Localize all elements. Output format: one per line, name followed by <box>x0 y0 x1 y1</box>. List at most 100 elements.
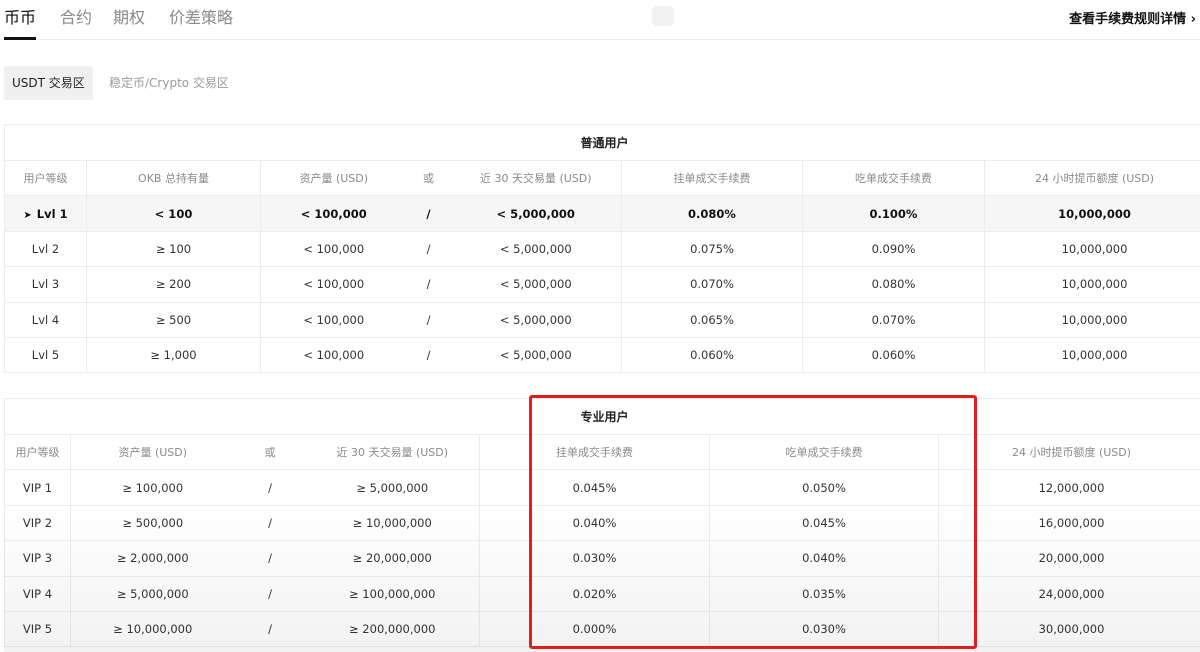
tab-spread-strategy[interactable]: 价差策略 <box>169 4 233 28</box>
user-level-cell: VIP 1 <box>4 469 71 506</box>
header-or: 或 <box>406 159 451 197</box>
assets-cell: < 100,000 <box>260 195 407 232</box>
taker-fee-cell: 0.070% <box>802 301 985 338</box>
pro-table-title: 专业用户 <box>3 398 1200 435</box>
user-level-cell: VIP 5 <box>4 610 71 648</box>
or-cell: / <box>234 575 306 612</box>
volume-cell: ≥ 10,000,000 <box>305 504 480 542</box>
volume-cell: ≥ 200,000,000 <box>305 610 480 648</box>
volume-cell: < 5,000,000 <box>450 301 622 338</box>
normal-user-fee-table: 普通用户 用户等级 OKB 总持有量 资产量 (USD) 或 近 30 天交易量… <box>3 124 1200 374</box>
taker-fee-cell: 0.045% <box>709 504 939 542</box>
product-tabs: 币币 合约 期权 价差策略 查看手续费规则详情 › <box>0 0 1200 40</box>
okb-cell: ≥ 1,000 <box>86 336 261 374</box>
maker-fee-cell: 0.070% <box>621 266 803 303</box>
volume-cell: ≥ 5,000,000 <box>305 469 480 506</box>
table-row: VIP 5 ≥ 10,000,000 / ≥ 200,000,000 0.000… <box>4 610 1200 648</box>
or-cell: / <box>234 469 306 506</box>
table-row: VIP 2 ≥ 500,000 / ≥ 10,000,000 0.040% 0.… <box>4 504 1200 542</box>
withdrawal-cell: 16,000,000 <box>937 504 1200 542</box>
okb-cell: < 100 <box>86 195 261 232</box>
header-maker-fee: 挂单成交手续费 <box>621 159 803 197</box>
tab-options[interactable]: 期权 <box>113 4 145 28</box>
maker-fee-cell: 0.075% <box>621 230 803 268</box>
taker-fee-cell: 0.050% <box>709 469 939 506</box>
user-level-cell: Lvl 5 <box>4 336 87 374</box>
assets-cell: < 100,000 <box>260 301 407 338</box>
taker-fee-cell: 0.090% <box>802 230 985 268</box>
user-level-cell: VIP 4 <box>4 575 71 612</box>
user-level-cell: ➤ Lvl 1 <box>4 195 87 232</box>
table-row: Lvl 2 ≥ 100 < 100,000 / < 5,000,000 0.07… <box>4 230 1200 268</box>
placeholder-icon <box>652 6 674 26</box>
header-withdrawal-limit: 24 小时提币额度 (USD) <box>983 159 1200 197</box>
assets-cell: ≥ 2,000,000 <box>70 540 235 577</box>
assets-cell: < 100,000 <box>260 230 407 268</box>
pro-user-fee-table: 专业用户 用户等级 资产量 (USD) 或 近 30 天交易量 (USD) 挂单… <box>3 398 1200 648</box>
withdrawal-cell: 30,000,000 <box>937 610 1200 648</box>
maker-fee-cell: 0.080% <box>621 195 803 232</box>
user-level-cell: VIP 3 <box>4 540 71 577</box>
table-row: Lvl 3 ≥ 200 < 100,000 / < 5,000,000 0.07… <box>4 266 1200 303</box>
taker-fee-cell: 0.040% <box>709 540 939 577</box>
table-row: VIP 3 ≥ 2,000,000 / ≥ 20,000,000 0.030% … <box>4 540 1200 577</box>
tab-spot[interactable]: 币币 <box>4 4 36 28</box>
table-row: Lvl 5 ≥ 1,000 < 100,000 / < 5,000,000 0.… <box>4 336 1200 374</box>
maker-fee-cell: 0.000% <box>479 610 710 648</box>
header-30d-volume: 近 30 天交易量 (USD) <box>305 433 480 471</box>
header-user-level: 用户等级 <box>4 433 71 471</box>
okb-cell: ≥ 500 <box>86 301 261 338</box>
maker-fee-cell: 0.060% <box>621 336 803 374</box>
user-level-cell: Lvl 3 <box>4 266 87 303</box>
assets-cell: < 100,000 <box>260 336 407 374</box>
or-cell: / <box>406 266 451 303</box>
taker-fee-cell: 0.035% <box>709 575 939 612</box>
header-taker-fee: 吃单成交手续费 <box>802 159 985 197</box>
normal-table-title: 普通用户 <box>3 124 1200 161</box>
withdrawal-cell: 10,000,000 <box>983 195 1200 232</box>
assets-cell: ≥ 5,000,000 <box>70 575 235 612</box>
withdrawal-cell: 24,000,000 <box>937 575 1200 612</box>
withdrawal-cell: 10,000,000 <box>983 301 1200 338</box>
or-cell: / <box>234 504 306 542</box>
table-row: VIP 4 ≥ 5,000,000 / ≥ 100,000,000 0.020%… <box>4 575 1200 612</box>
current-level-marker-icon: ➤ <box>23 209 32 221</box>
taker-fee-cell: 0.080% <box>802 266 985 303</box>
user-level-cell: VIP 2 <box>4 504 71 542</box>
or-cell: / <box>406 230 451 268</box>
active-tab-indicator <box>4 37 36 40</box>
table-row: VIP 1 ≥ 100,000 / ≥ 5,000,000 0.045% 0.0… <box>4 469 1200 506</box>
header-or: 或 <box>234 433 306 471</box>
taker-fee-cell: 0.100% <box>802 195 985 232</box>
header-user-level: 用户等级 <box>4 159 87 197</box>
zone-tab-usdt[interactable]: USDT 交易区 <box>4 66 93 100</box>
header-assets: 资产量 (USD) <box>70 433 235 471</box>
volume-cell: < 5,000,000 <box>450 195 622 232</box>
zone-tab-stablecoin-crypto[interactable]: 稳定币/Crypto 交易区 <box>101 66 237 100</box>
okb-cell: ≥ 100 <box>86 230 261 268</box>
header-maker-fee: 挂单成交手续费 <box>479 433 710 471</box>
header-withdrawal-limit: 24 小时提币额度 (USD) <box>937 433 1200 471</box>
tab-futures[interactable]: 合约 <box>60 4 92 28</box>
assets-cell: ≥ 500,000 <box>70 504 235 542</box>
volume-cell: < 5,000,000 <box>450 266 622 303</box>
maker-fee-cell: 0.030% <box>479 540 710 577</box>
maker-fee-cell: 0.020% <box>479 575 710 612</box>
fee-rules-link[interactable]: 查看手续费规则详情 › <box>1069 8 1196 27</box>
volume-cell: < 5,000,000 <box>450 230 622 268</box>
maker-fee-cell: 0.040% <box>479 504 710 542</box>
pro-header-row: 用户等级 资产量 (USD) 或 近 30 天交易量 (USD) 挂单成交手续费… <box>4 433 1200 471</box>
withdrawal-cell: 20,000,000 <box>937 540 1200 577</box>
fee-schedule-page: 币币 合约 期权 价差策略 查看手续费规则详情 › USDT 交易区 稳定币/C… <box>0 0 1200 652</box>
or-cell: / <box>406 336 451 374</box>
withdrawal-cell: 10,000,000 <box>983 266 1200 303</box>
or-cell: / <box>234 610 306 648</box>
withdrawal-cell: 10,000,000 <box>983 230 1200 268</box>
volume-cell: ≥ 100,000,000 <box>305 575 480 612</box>
header-okb-holdings: OKB 总持有量 <box>86 159 261 197</box>
header-30d-volume: 近 30 天交易量 (USD) <box>450 159 622 197</box>
table-row: ➤ Lvl 1 < 100 < 100,000 / < 5,000,000 0.0… <box>4 195 1200 232</box>
taker-fee-cell: 0.030% <box>709 610 939 648</box>
taker-fee-cell: 0.060% <box>802 336 985 374</box>
normal-header-row: 用户等级 OKB 总持有量 资产量 (USD) 或 近 30 天交易量 (USD… <box>4 159 1200 197</box>
